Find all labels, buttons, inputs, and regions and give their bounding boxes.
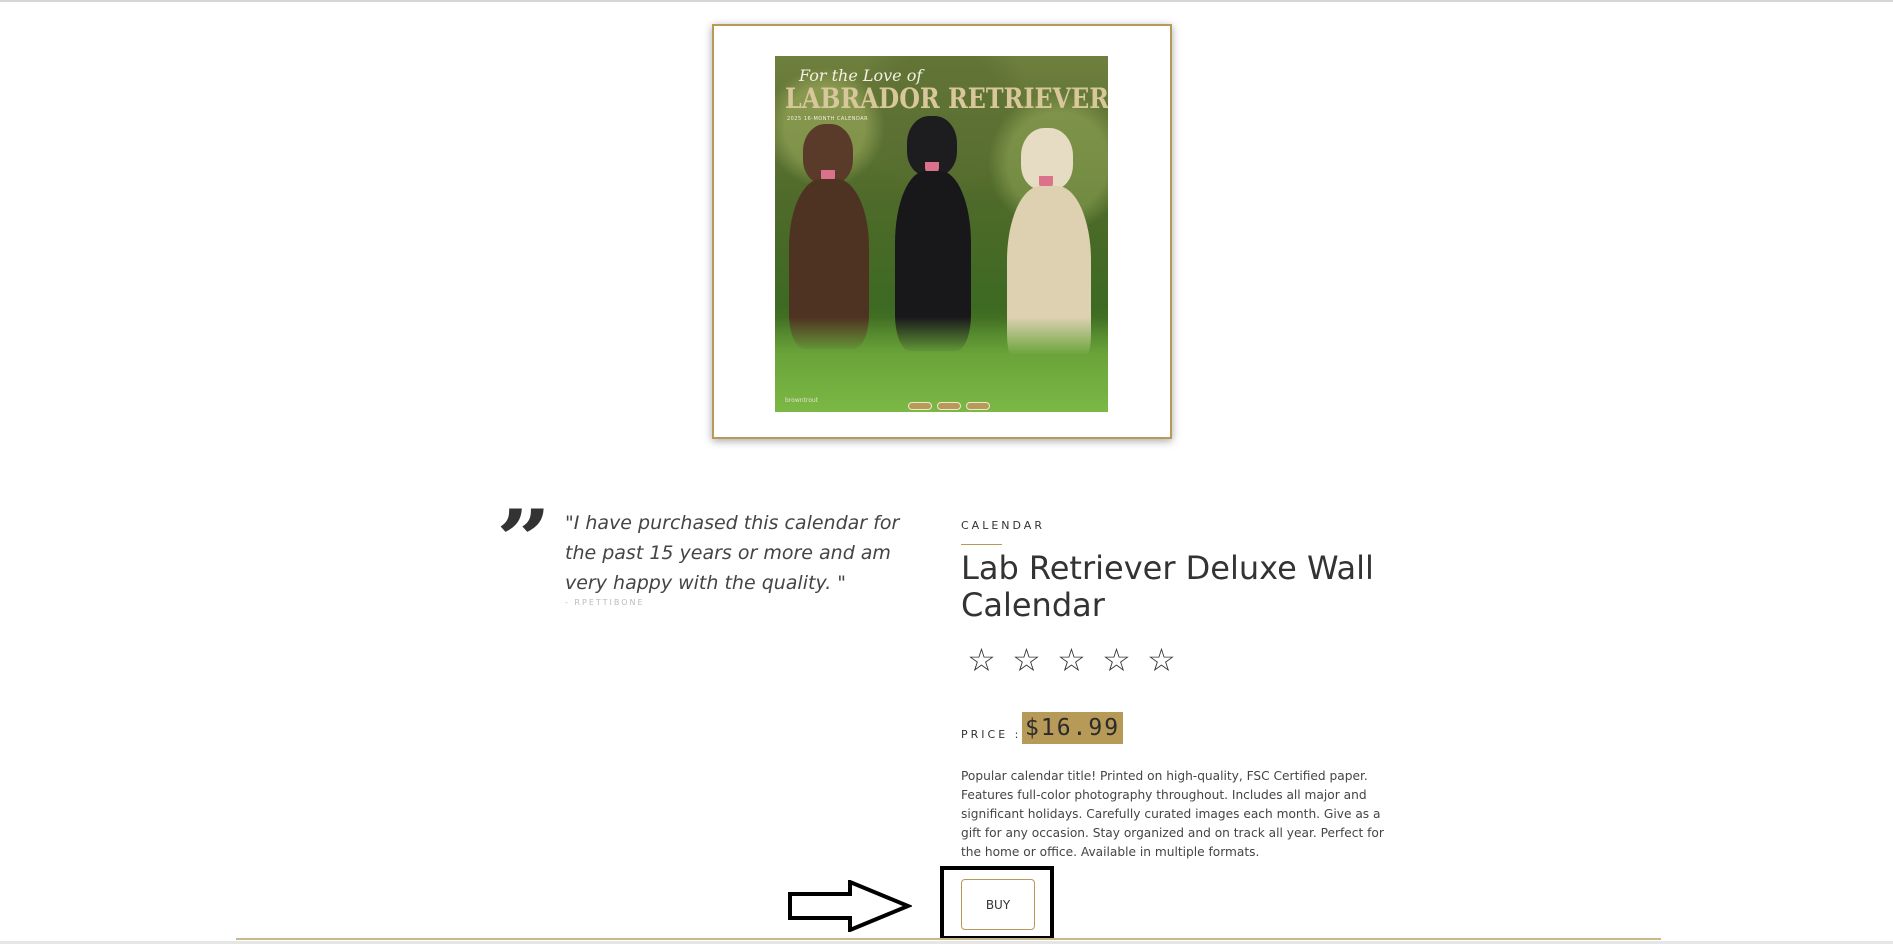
buy-button[interactable]: BUY xyxy=(961,879,1035,930)
quote-icon: ” xyxy=(496,491,552,588)
arrow-right-icon xyxy=(788,880,912,932)
slide-dot-1[interactable] xyxy=(908,402,932,410)
cover-subtitle: 2025 16-MONTH CALENDAR xyxy=(787,116,869,122)
brand-logo: browntrout xyxy=(785,397,819,404)
cover-title: LABRADOR RETRIEVERS xyxy=(785,82,1108,115)
star-outline-icon[interactable]: ☆ xyxy=(1056,640,1087,680)
slide-indicators xyxy=(908,402,990,410)
product-category: CALENDAR xyxy=(961,519,1045,532)
star-outline-icon[interactable]: ☆ xyxy=(1011,640,1042,680)
product-image-frame: For the Love of LABRADOR RETRIEVERS 2025… xyxy=(712,24,1172,439)
product-title: Lab Retriever Deluxe Wall Calendar xyxy=(961,549,1374,624)
star-outline-icon[interactable]: ☆ xyxy=(1101,640,1132,680)
cover-grass xyxy=(775,317,1108,412)
testimonial-text: "I have purchased this calendar for the … xyxy=(565,512,900,594)
price-value: $16.99 xyxy=(1022,712,1124,744)
star-outline-icon[interactable]: ☆ xyxy=(966,640,997,680)
category-underline xyxy=(961,544,1002,545)
testimonial-author: - RPETTIBONE xyxy=(565,598,645,607)
rating-stars: ☆ ☆ ☆ ☆ ☆ xyxy=(966,640,1177,680)
top-divider xyxy=(0,0,1893,2)
star-outline-icon[interactable]: ☆ xyxy=(1146,640,1177,680)
bottom-divider xyxy=(236,938,1661,940)
price-label: PRICE : xyxy=(961,728,1022,741)
slide-dot-2[interactable] xyxy=(937,402,961,410)
slide-dot-3[interactable] xyxy=(966,402,990,410)
product-description: Popular calendar title! Printed on high-… xyxy=(961,769,1384,859)
product-image[interactable]: For the Love of LABRADOR RETRIEVERS 2025… xyxy=(775,56,1108,412)
